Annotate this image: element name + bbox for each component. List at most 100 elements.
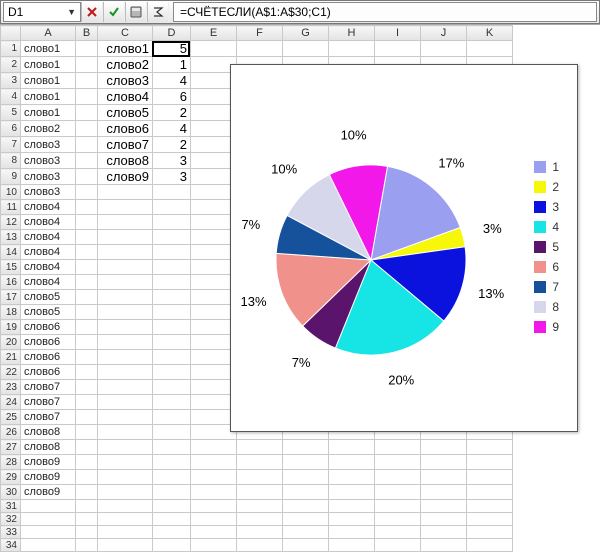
cell[interactable] xyxy=(153,290,191,305)
cell[interactable] xyxy=(76,57,98,73)
cell[interactable] xyxy=(421,526,467,539)
cell[interactable] xyxy=(153,425,191,440)
cell[interactable] xyxy=(421,455,467,470)
row-header[interactable]: 12 xyxy=(1,215,21,230)
row-header[interactable]: 14 xyxy=(1,245,21,260)
cell[interactable] xyxy=(283,440,329,455)
cell[interactable]: слово1 xyxy=(21,57,76,73)
cell[interactable] xyxy=(76,245,98,260)
column-header[interactable]: I xyxy=(375,26,421,41)
cell[interactable] xyxy=(191,526,237,539)
cell[interactable] xyxy=(421,513,467,526)
cell[interactable] xyxy=(98,513,153,526)
cell[interactable] xyxy=(191,455,237,470)
cell[interactable] xyxy=(98,485,153,500)
cell[interactable]: слово3 xyxy=(21,185,76,200)
cell[interactable] xyxy=(98,410,153,425)
cell[interactable]: 1 xyxy=(153,57,191,73)
calculator-button[interactable] xyxy=(125,2,147,22)
cell[interactable] xyxy=(375,485,421,500)
cell[interactable] xyxy=(98,425,153,440)
cell[interactable]: слово8 xyxy=(21,440,76,455)
cell[interactable] xyxy=(98,185,153,200)
cell[interactable] xyxy=(21,526,76,539)
cell[interactable] xyxy=(375,470,421,485)
cell[interactable]: слово8 xyxy=(98,153,153,169)
cell[interactable] xyxy=(237,513,283,526)
cell[interactable] xyxy=(283,539,329,552)
cell[interactable]: слово8 xyxy=(21,425,76,440)
cell[interactable] xyxy=(76,470,98,485)
name-box[interactable]: D1 ▼ xyxy=(3,2,81,22)
cell[interactable] xyxy=(98,305,153,320)
cell[interactable] xyxy=(98,275,153,290)
cell[interactable]: 2 xyxy=(153,137,191,153)
cell[interactable] xyxy=(98,470,153,485)
cell[interactable]: 5 xyxy=(153,41,191,57)
cell[interactable] xyxy=(76,105,98,121)
cell[interactable]: слово6 xyxy=(21,335,76,350)
cell[interactable] xyxy=(153,335,191,350)
cell[interactable] xyxy=(375,41,421,57)
cell[interactable] xyxy=(76,89,98,105)
cell[interactable]: слово4 xyxy=(21,215,76,230)
row-header[interactable]: 1 xyxy=(1,41,21,57)
cell[interactable] xyxy=(76,526,98,539)
cell[interactable] xyxy=(76,539,98,552)
cell[interactable] xyxy=(76,185,98,200)
cell[interactable] xyxy=(329,455,375,470)
row-header[interactable]: 11 xyxy=(1,200,21,215)
cell[interactable]: слово3 xyxy=(21,153,76,169)
row-header[interactable]: 8 xyxy=(1,153,21,169)
cell[interactable] xyxy=(98,380,153,395)
cell[interactable] xyxy=(21,513,76,526)
row-header[interactable]: 18 xyxy=(1,305,21,320)
cell[interactable]: слово4 xyxy=(98,89,153,105)
cell[interactable] xyxy=(98,215,153,230)
cell[interactable] xyxy=(98,395,153,410)
cell[interactable] xyxy=(21,539,76,552)
cell[interactable] xyxy=(76,290,98,305)
row-header[interactable]: 30 xyxy=(1,485,21,500)
cell[interactable] xyxy=(76,305,98,320)
cell[interactable]: слово1 xyxy=(21,89,76,105)
row-header[interactable]: 16 xyxy=(1,275,21,290)
row-header[interactable]: 13 xyxy=(1,230,21,245)
cell[interactable] xyxy=(237,470,283,485)
cell[interactable] xyxy=(76,41,98,57)
cell[interactable] xyxy=(76,485,98,500)
cell[interactable] xyxy=(76,500,98,513)
cell[interactable] xyxy=(191,539,237,552)
cell[interactable] xyxy=(237,440,283,455)
row-header[interactable]: 23 xyxy=(1,380,21,395)
cell[interactable] xyxy=(329,526,375,539)
cell[interactable]: слово7 xyxy=(98,137,153,153)
cell[interactable] xyxy=(467,500,513,513)
column-header[interactable]: B xyxy=(76,26,98,41)
column-header[interactable]: E xyxy=(191,26,237,41)
cell[interactable] xyxy=(76,275,98,290)
cell[interactable] xyxy=(467,41,513,57)
cell[interactable] xyxy=(98,526,153,539)
cell[interactable] xyxy=(153,513,191,526)
cell[interactable] xyxy=(283,485,329,500)
cell[interactable]: слово9 xyxy=(21,470,76,485)
cell[interactable] xyxy=(98,440,153,455)
cell[interactable]: слово2 xyxy=(21,121,76,137)
row-header[interactable]: 31 xyxy=(1,500,21,513)
name-box-dropdown-icon[interactable]: ▼ xyxy=(67,7,76,17)
cell[interactable] xyxy=(153,320,191,335)
cell[interactable]: слово7 xyxy=(21,380,76,395)
cell[interactable] xyxy=(153,305,191,320)
cell[interactable] xyxy=(467,513,513,526)
cell[interactable] xyxy=(153,275,191,290)
cell[interactable] xyxy=(191,470,237,485)
cell[interactable]: слово4 xyxy=(21,230,76,245)
cell[interactable] xyxy=(153,395,191,410)
cell[interactable] xyxy=(421,485,467,500)
cell[interactable] xyxy=(153,526,191,539)
row-header[interactable]: 28 xyxy=(1,455,21,470)
cell[interactable] xyxy=(98,455,153,470)
cell[interactable] xyxy=(153,200,191,215)
row-header[interactable]: 29 xyxy=(1,470,21,485)
